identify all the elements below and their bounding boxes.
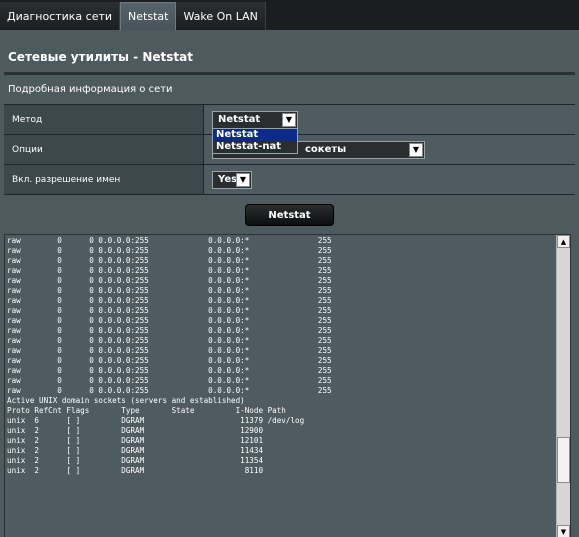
output-scrollbar[interactable]: ▲ ▼ [556,235,570,537]
resolve-names-cell: Yes ▼ [204,165,575,194]
page-title: Сетевые утилиты - Netstat [8,50,193,64]
chevron-down-icon: ▼ [409,142,423,157]
scrollbar-thumb[interactable] [557,437,570,483]
method-option-netstat[interactable]: Netstat [213,129,297,141]
tab-bar: Диагностика сети Netstat Wake On LAN [0,0,579,30]
section-subtitle: Подробная информация о сети [8,84,173,95]
content-panel: Сетевые утилиты - Netstat Подробная инфо… [0,30,579,537]
arrow-up-icon[interactable]: ▲ [557,235,570,248]
resolve-names-row: Вкл. разрешение имен Yes ▼ [4,165,575,195]
resolve-names-select[interactable]: Yes ▼ [212,170,252,189]
options-label: Опции [4,135,204,164]
resolve-names-label: Вкл. разрешение имен [4,165,204,194]
run-netstat-button[interactable]: Netstat [245,204,334,226]
title-divider [4,72,575,75]
method-select-value: Netstat [218,114,261,125]
output-console[interactable]: raw 0 0 0.0.0.0:255 0.0.0.0:* 255 raw 0 … [4,234,571,537]
tab-network-diagnostics[interactable]: Диагностика сети [0,2,121,30]
method-select[interactable]: Netstat ▼ [212,110,298,129]
method-dropdown-list: Netstat Netstat-nat [212,128,298,154]
tab-wake-on-lan[interactable]: Wake On LAN [176,2,266,30]
arrow-down-icon[interactable]: ▼ [557,525,570,537]
chevron-down-icon: ▼ [236,172,250,187]
method-label: Метод [4,105,204,134]
chevron-down-icon: ▼ [282,112,296,127]
output-text: raw 0 0 0.0.0.0:255 0.0.0.0:* 255 raw 0 … [7,236,332,475]
tab-netstat[interactable]: Netstat [120,2,177,30]
method-option-netstat-nat[interactable]: Netstat-nat [213,141,297,153]
